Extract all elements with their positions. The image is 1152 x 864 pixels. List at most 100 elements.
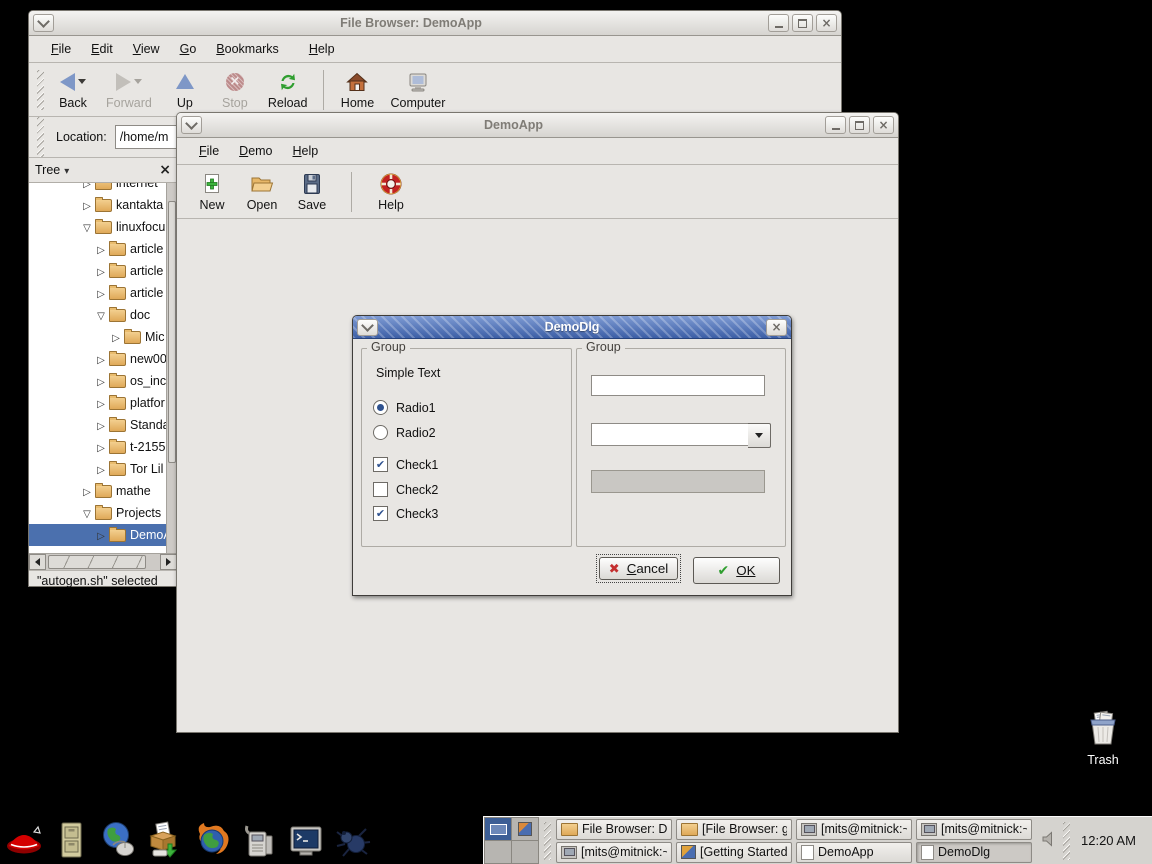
toolbar-drag-handle[interactable] (37, 70, 44, 110)
tree-item[interactable]: platfor (29, 392, 177, 414)
ok-button[interactable]: OK (693, 557, 780, 584)
expander-icon[interactable] (95, 462, 107, 476)
minimize-button[interactable] (768, 14, 789, 32)
menu-bookmarks[interactable]: Bookmarks (206, 39, 289, 59)
panel-drag-handle[interactable] (1063, 822, 1070, 860)
workspace-4[interactable] (512, 841, 538, 863)
scrollbar-track[interactable] (46, 554, 160, 570)
new-button[interactable]: New (187, 170, 237, 214)
tree-item[interactable]: t-2155 (29, 436, 177, 458)
menu-edit[interactable]: Edit (81, 39, 123, 59)
tree-item[interactable]: article (29, 238, 177, 260)
window-menu-button[interactable] (33, 14, 54, 32)
expander-icon[interactable] (95, 440, 107, 454)
panel-drag-handle[interactable] (544, 822, 551, 860)
expander-icon[interactable] (81, 220, 93, 234)
check3-option[interactable]: Check3 (373, 506, 438, 521)
close-button[interactable] (816, 14, 837, 32)
taskbar-window-button[interactable]: [Getting Started (676, 842, 792, 863)
tree-item[interactable]: article (29, 260, 177, 282)
red-hat-menu-icon[interactable] (4, 820, 44, 860)
workspace-pager[interactable] (484, 817, 539, 864)
home-button[interactable]: Home (332, 68, 382, 112)
workspace-3[interactable] (485, 841, 511, 863)
expander-icon[interactable] (95, 308, 107, 322)
sidebar-selector-icon[interactable] (64, 163, 69, 177)
expander-icon[interactable] (95, 286, 107, 300)
tree-item[interactable]: new00 (29, 348, 177, 370)
expander-icon[interactable] (95, 396, 107, 410)
volume-icon[interactable] (1040, 830, 1058, 851)
radio-unselected-icon[interactable] (373, 425, 388, 440)
bug-tool-icon[interactable] (333, 820, 373, 860)
scrollbar-thumb[interactable] (168, 201, 176, 463)
combo-input[interactable] (591, 423, 748, 446)
clock[interactable]: 12:20 AM (1081, 833, 1136, 848)
menu-go[interactable]: Go (170, 39, 207, 59)
package-installer-icon[interactable] (145, 820, 185, 860)
scrollbar-thumb[interactable] (48, 555, 146, 569)
checkbox-checked-icon[interactable] (373, 506, 388, 521)
reload-button[interactable]: Reload (260, 68, 316, 112)
sidebar-close-icon[interactable] (159, 163, 171, 177)
taskbar-window-button[interactable]: [mits@mitnick:~ (556, 842, 672, 863)
expander-icon[interactable] (81, 506, 93, 520)
tree-item[interactable]: Tor Lil (29, 458, 177, 480)
combo-dropdown-button[interactable] (748, 423, 771, 448)
save-button[interactable]: Save (287, 170, 337, 214)
help-button[interactable]: Help (366, 170, 416, 214)
expander-icon[interactable] (81, 484, 93, 498)
tree-item[interactable]: article (29, 282, 177, 304)
location-drag-handle[interactable] (37, 117, 44, 157)
stop-button[interactable]: Stop (210, 68, 260, 112)
web-browser-icon[interactable] (98, 820, 138, 860)
cancel-button[interactable]: Cancel (599, 557, 678, 580)
open-button[interactable]: Open (237, 170, 287, 214)
window-menu-button[interactable] (357, 319, 378, 336)
taskbar-window-button[interactable]: DemoApp (796, 842, 912, 863)
tree-item[interactable]: kantakta (29, 194, 177, 216)
expander-icon[interactable] (95, 242, 107, 256)
maximize-button[interactable] (792, 14, 813, 32)
terminal-icon[interactable] (286, 820, 326, 860)
workspace-1[interactable] (485, 818, 511, 840)
combo-box[interactable] (591, 423, 771, 448)
forward-button[interactable]: Forward (98, 68, 160, 112)
tree-horizontal-scrollbar[interactable] (29, 553, 177, 570)
menu-file[interactable]: File (41, 39, 81, 59)
demodlg-titlebar[interactable]: DemoDlg (353, 316, 791, 339)
checkbox-unchecked-icon[interactable] (373, 482, 388, 497)
tree-item[interactable]: Mic (29, 326, 177, 348)
taskbar-window-button-active[interactable]: DemoDlg (916, 842, 1032, 863)
up-button[interactable]: Up (160, 68, 210, 112)
radio1-option[interactable]: Radio1 (373, 400, 436, 415)
workspace-2[interactable] (512, 818, 538, 840)
radio2-option[interactable]: Radio2 (373, 425, 436, 440)
checkbox-checked-icon[interactable] (373, 457, 388, 472)
close-button[interactable] (766, 319, 787, 336)
expander-icon[interactable] (95, 352, 107, 366)
tree-item[interactable]: internet (29, 183, 177, 194)
taskbar-window-button[interactable]: [mits@mitnick:~ (796, 819, 912, 840)
file-browser-titlebar[interactable]: File Browser: DemoApp (29, 11, 841, 36)
expander-icon[interactable] (81, 183, 93, 190)
tree-item[interactable]: os_inc (29, 370, 177, 392)
menu-demo[interactable]: Demo (229, 141, 282, 161)
menu-help[interactable]: Help (299, 39, 345, 59)
tree-item[interactable]: Standa (29, 414, 177, 436)
expander-icon[interactable] (81, 198, 93, 212)
tree-item-selected[interactable]: DemoA (29, 524, 177, 546)
computer-button[interactable]: Computer (382, 68, 453, 112)
taskbar-window-button[interactable]: [mits@mitnick:~ (916, 819, 1032, 840)
file-cabinet-icon[interactable] (51, 820, 91, 860)
expander-icon[interactable] (110, 330, 122, 344)
sidebar-title[interactable]: Tree (35, 163, 60, 177)
taskbar-window-button[interactable]: [File Browser: gt (676, 819, 792, 840)
taskbar-window-button[interactable]: File Browser: De (556, 819, 672, 840)
expander-icon[interactable] (95, 374, 107, 388)
scroll-right-arrow[interactable] (160, 554, 177, 570)
tree-item[interactable]: mathe (29, 480, 177, 502)
tree-item[interactable]: linuxfocu (29, 216, 177, 238)
expander-icon[interactable] (95, 264, 107, 278)
expander-icon[interactable] (95, 418, 107, 432)
